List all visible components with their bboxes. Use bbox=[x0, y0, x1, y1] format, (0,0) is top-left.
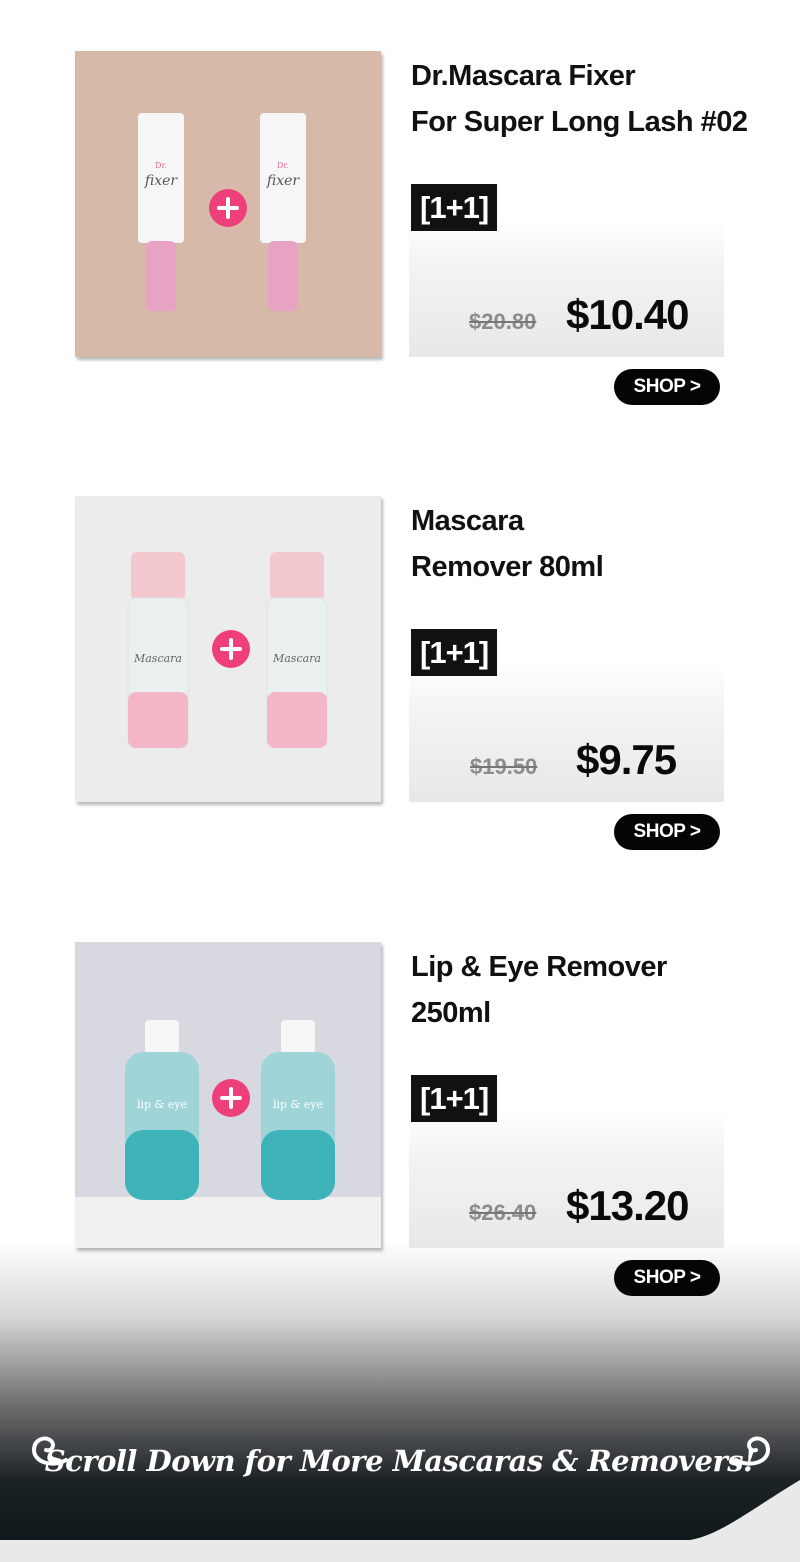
original-price: $20.80 bbox=[469, 309, 537, 334]
svg-text:Dr.: Dr. bbox=[155, 161, 167, 170]
product-image[interactable]: Mascara Mascara bbox=[75, 496, 381, 802]
deal-badge: [1+1] bbox=[411, 184, 498, 231]
original-price: $26.40 bbox=[469, 1200, 537, 1225]
deal-badge: [1+1] bbox=[411, 1075, 498, 1122]
svg-text:Dr.: Dr. bbox=[277, 161, 289, 170]
product-name: Dr.Mascara Fixer For Super Long Lash #02 bbox=[411, 60, 748, 138]
product-name: Lip & Eye Remover 250ml bbox=[411, 951, 667, 1029]
product-card-lip-eye-remover: lip & eye lip & eye Lip & Eye Remover 25… bbox=[0, 942, 800, 1322]
sale-price: $10.40 bbox=[566, 291, 689, 338]
product-name: Mascara Remover 80ml bbox=[411, 505, 604, 583]
sale-price: $13.20 bbox=[566, 1182, 689, 1229]
shop-button[interactable]: SHOP > bbox=[614, 1260, 720, 1296]
scroll-down-banner: Scroll Down for More Mascaras & Removers… bbox=[44, 1444, 756, 1478]
original-price: $19.50 bbox=[470, 754, 538, 779]
footer-strip bbox=[0, 1540, 800, 1562]
shop-button[interactable]: SHOP > bbox=[614, 814, 720, 850]
product-card-mascara-remover: Mascara Mascara Mascara Remover 80ml [1+… bbox=[0, 496, 800, 876]
product-card-mascara-fixer: Dr. fixer Dr. fixer Dr.Mascara Fixer For… bbox=[0, 51, 800, 431]
shop-button[interactable]: SHOP > bbox=[614, 369, 720, 405]
deal-badge: [1+1] bbox=[411, 629, 498, 676]
product-image[interactable]: Dr. fixer Dr. fixer bbox=[75, 51, 381, 357]
mascara-fixer-tubes-image: Dr. fixer Dr. fixer bbox=[138, 113, 306, 311]
lip-eye-remover-bottles-image: lip & eye lip & eye bbox=[75, 1020, 381, 1248]
svg-text:fixer: fixer bbox=[144, 173, 179, 189]
swirl-right-icon bbox=[734, 1436, 771, 1466]
sale-price: $9.75 bbox=[576, 736, 677, 783]
svg-text:Mascara: Mascara bbox=[133, 652, 182, 665]
product-image[interactable]: lip & eye lip & eye bbox=[75, 942, 381, 1248]
svg-text:lip & eye: lip & eye bbox=[273, 1098, 323, 1111]
price-box bbox=[409, 664, 724, 802]
svg-text:fixer: fixer bbox=[266, 173, 301, 189]
mascara-remover-bottles-image: Mascara Mascara bbox=[127, 552, 328, 749]
svg-text:lip & eye: lip & eye bbox=[137, 1098, 187, 1111]
svg-text:Mascara: Mascara bbox=[272, 652, 321, 665]
